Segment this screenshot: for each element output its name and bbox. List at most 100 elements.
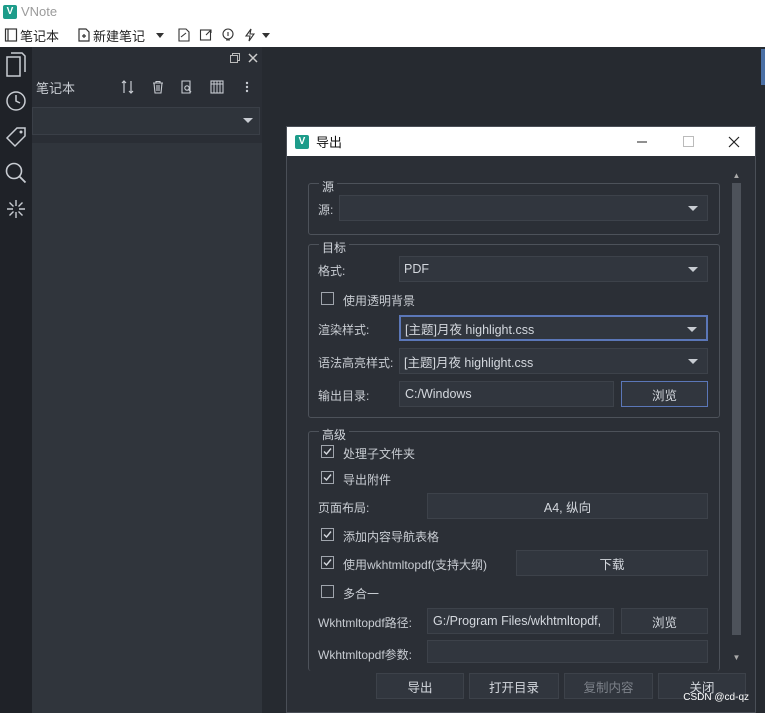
sort-icon[interactable] [113, 80, 143, 94]
browse-button-label: 浏览 [651, 388, 677, 403]
transparent-bg-checkbox[interactable] [321, 292, 334, 305]
wkhtml-label: 使用wkhtmltopdf(支持大纲) [343, 558, 488, 572]
render-style-value: [主题]月夜 highlight.css [405, 322, 535, 337]
toc-label: 添加内容导航表格 [343, 530, 440, 544]
all-in-one-checkbox[interactable] [321, 585, 334, 598]
wkhtml-args-input[interactable] [427, 640, 708, 663]
checkmark-icon [323, 531, 332, 539]
import-icon[interactable] [177, 28, 191, 42]
wkhtml-path-label: Wkhtmltopdf路径: [318, 616, 413, 630]
source-combo[interactable] [339, 195, 708, 221]
open-dir-button-label: 打开目录 [488, 680, 539, 695]
sparkle-icon [7, 200, 25, 218]
export-button-label: 导出 [407, 680, 433, 695]
output-dir-browse-button[interactable]: 浏览 [621, 381, 708, 407]
dialog-title: 导出 [316, 135, 343, 150]
transparent-bg-label: 使用透明背景 [343, 294, 416, 308]
minimize-icon [637, 141, 647, 142]
more-options-icon[interactable] [232, 80, 262, 94]
scrollbar-thumb[interactable] [732, 183, 741, 635]
export-button[interactable]: 导出 [376, 673, 464, 699]
export-icon[interactable] [199, 28, 213, 42]
output-dir-label: 输出目录: [318, 389, 370, 403]
close-button[interactable] [711, 127, 757, 156]
toc-checkbox[interactable] [321, 528, 334, 541]
notebook-panel: 笔记本 [32, 47, 262, 713]
flash-icon[interactable] [243, 28, 257, 42]
chevron-down-icon [688, 359, 698, 364]
notebook-menu-label: 笔记本 [20, 28, 60, 44]
maximize-button[interactable] [665, 127, 711, 156]
minimize-button[interactable] [619, 127, 665, 156]
snippets-dock-button[interactable] [0, 191, 32, 227]
notebook-selector[interactable] [32, 107, 260, 135]
activity-bar [0, 47, 32, 713]
panel-header [32, 47, 262, 71]
vnote-logo-icon: V [3, 4, 17, 19]
format-label: 格式: [318, 264, 346, 278]
open-dir-button[interactable]: 打开目录 [469, 673, 559, 699]
float-panel-icon[interactable] [230, 52, 240, 66]
target-group-title: 目标 [319, 239, 350, 256]
chevron-down-icon [688, 206, 698, 211]
notebook-icon [4, 28, 18, 42]
dialog-scrollbar[interactable]: ▲ ▼ [729, 171, 743, 663]
syntax-style-combo[interactable]: [主题]月夜 highlight.css [399, 348, 708, 374]
chevron-down-icon [687, 327, 697, 332]
wkhtml-checkbox[interactable] [321, 556, 334, 569]
flash-dropdown-icon[interactable] [261, 30, 271, 40]
close-icon [728, 136, 740, 147]
close-panel-icon[interactable] [248, 52, 258, 66]
wkhtml-path-value: G:/Program Files/wkhtmltopdf, [433, 614, 602, 628]
documents-icon [6, 52, 26, 77]
format-combo[interactable]: PDF [399, 256, 708, 282]
page-layout-value: A4, 纵向 [543, 500, 592, 515]
checkmark-icon [323, 448, 332, 456]
source-group-title: 源 [319, 178, 338, 195]
scroll-down-icon[interactable]: ▼ [732, 653, 741, 663]
page-layout-button[interactable]: A4, 纵向 [427, 493, 708, 519]
tip-icon[interactable] [221, 28, 235, 42]
new-note-dropdown-icon[interactable] [155, 30, 165, 40]
wkhtml-path-browse-button[interactable]: 浏览 [621, 608, 708, 634]
checkmark-icon [323, 559, 332, 567]
output-dir-value: C:/Windows [405, 387, 472, 401]
tags-dock-button[interactable] [0, 119, 32, 155]
clock-icon [6, 91, 26, 111]
scroll-marker [761, 49, 765, 85]
history-dock-button[interactable] [0, 83, 32, 119]
navigation-dock-button[interactable] [0, 47, 32, 83]
file-search-icon[interactable] [173, 80, 203, 94]
export-dialog: V 导出 ▲ ▼ 源 源: 目标 格式: PDF 使用透明背景 渲染样式: [主… [286, 126, 756, 713]
panel-toolbar: 笔记本 [32, 71, 262, 103]
new-note-label: 新建笔记 [93, 28, 146, 44]
render-style-label: 渲染样式: [318, 323, 370, 337]
maximize-icon [682, 136, 694, 147]
csdn-watermark: CSDN @cd-qz [683, 692, 749, 703]
output-dir-input[interactable]: C:/Windows [399, 381, 614, 407]
checkmark-icon [323, 474, 332, 482]
new-note-button[interactable]: 新建笔记 [77, 26, 145, 45]
page-layout-label: 页面布局: [318, 501, 370, 515]
subfolder-label: 处理子文件夹 [343, 447, 416, 461]
scroll-up-icon[interactable]: ▲ [732, 171, 741, 181]
notebook-menu-button[interactable]: 笔记本 [4, 26, 59, 45]
subfolder-checkbox[interactable] [321, 445, 334, 458]
syntax-style-label: 语法高亮样式: [318, 356, 394, 370]
attachments-label: 导出附件 [343, 473, 392, 487]
advanced-group-title: 高级 [319, 426, 350, 443]
search-dock-button[interactable] [0, 155, 32, 191]
new-note-icon [78, 28, 90, 42]
notebook-tree[interactable] [32, 143, 262, 713]
all-in-one-label: 多合一 [343, 587, 380, 601]
copy-content-button[interactable]: 复制内容 [564, 673, 653, 699]
manage-notebooks-icon[interactable] [202, 80, 232, 94]
wkhtml-path-input[interactable]: G:/Program Files/wkhtmltopdf, [427, 608, 614, 634]
vnote-logo-icon: V [295, 134, 309, 149]
vnote-app: V VNote 笔记本 新建笔记 笔记本 V 导出 ▲ ▼ 源 源: 目标 格式… [0, 0, 765, 713]
attachments-checkbox[interactable] [321, 471, 334, 484]
wkhtml-download-button[interactable]: 下载 [516, 550, 708, 576]
render-style-combo[interactable]: [主题]月夜 highlight.css [399, 315, 708, 341]
panel-title: 笔记本 [36, 80, 76, 96]
recycle-bin-icon[interactable] [143, 80, 173, 94]
